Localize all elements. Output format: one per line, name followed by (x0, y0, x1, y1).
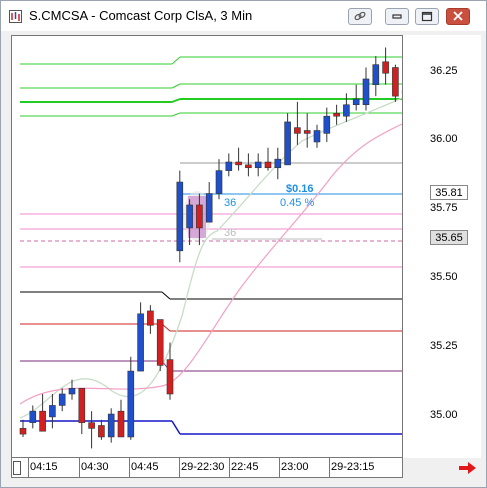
time-tick: 22:45 (231, 461, 259, 473)
time-tick: 04:30 (81, 461, 109, 473)
price-tick: 35.25 (430, 340, 458, 352)
chart-window: S.CMCSA - Comcast Corp ClsA, 3 Min 36 36… (0, 0, 487, 488)
candle-down (88, 422, 95, 429)
candle-up (254, 161, 262, 169)
fast-moving-average (19, 97, 403, 419)
time-tick: 04:45 (131, 461, 159, 473)
time-separator (279, 458, 280, 478)
candle-up (29, 410, 37, 423)
scroll-to-end-arrow-icon[interactable] (459, 461, 477, 475)
candle-down (117, 410, 125, 438)
candle-up (176, 181, 184, 252)
candle-up (127, 370, 135, 438)
candle-down (156, 319, 164, 366)
candle-down (235, 161, 242, 166)
slow-moving-average (19, 123, 403, 405)
candle-down (78, 387, 86, 423)
candle-down (264, 161, 272, 169)
candle-up (58, 393, 66, 406)
maximize-icon (421, 11, 433, 22)
price-chart-area[interactable]: 36 36 $0.16 0.45 % (11, 35, 409, 458)
candle-up (284, 121, 291, 166)
time-separator (329, 458, 330, 478)
level-price-marker: 35.65 (430, 230, 468, 245)
candle-down (392, 67, 399, 97)
time-separator (79, 458, 80, 478)
candle-up (362, 78, 370, 106)
time-separator (229, 458, 230, 478)
chart-app-icon (9, 10, 22, 23)
level-line (171, 420, 181, 435)
time-separator (179, 458, 180, 478)
candle-down (333, 113, 340, 117)
candle-up (225, 161, 233, 171)
level-line (171, 83, 181, 89)
candle-up (205, 193, 213, 223)
maximize-button[interactable] (415, 8, 439, 25)
level-line (161, 291, 171, 300)
bar-count-label: 36 (224, 197, 236, 209)
time-axis: 04:15 04:30 04:45 29-22:30 22:45 23:00 2… (11, 458, 403, 478)
candle-up (343, 104, 350, 117)
minimize-button[interactable] (385, 8, 409, 25)
candle-down (294, 127, 301, 134)
candle-up (49, 405, 56, 418)
candle-down (147, 310, 154, 326)
candle-down (98, 425, 105, 438)
time-tick: 23:00 (281, 461, 309, 473)
title-bar[interactable]: S.CMCSA - Comcast Corp ClsA, 3 Min (1, 1, 486, 31)
close-button[interactable] (446, 8, 470, 25)
candle-up (352, 98, 360, 106)
price-tick: 36.25 (430, 65, 458, 77)
candle-down (196, 204, 203, 229)
candle-down (19, 428, 27, 435)
candle-up (215, 170, 223, 194)
candle-down (39, 410, 46, 432)
time-tick: 29-23:15 (331, 461, 375, 473)
scroll-handle[interactable] (13, 461, 21, 475)
price-tick: 35.75 (430, 202, 458, 214)
candle-up (313, 130, 321, 143)
price-tick: 36.00 (430, 133, 458, 145)
window-title: S.CMCSA - Comcast Corp ClsA, 3 Min (29, 8, 253, 23)
link-button[interactable] (348, 8, 372, 25)
candle-up (186, 204, 193, 229)
candle-down (245, 164, 252, 169)
price-axis: 36.25 36.00 35.75 35.50 35.25 35.00 (403, 35, 481, 458)
change-dollar-label: $0.16 (286, 183, 314, 195)
candle-down (382, 61, 389, 74)
candle-up (68, 387, 76, 395)
candlestick-chart: 36 36 $0.16 0.45 % (19, 47, 409, 449)
bar-count-ghost-label: 36 (224, 227, 236, 239)
time-separator (129, 458, 130, 478)
price-tick: 35.00 (430, 409, 458, 421)
candle-down (166, 359, 174, 395)
candle-down (303, 130, 311, 134)
price-tick: 35.50 (430, 271, 458, 283)
link-icon (354, 11, 366, 21)
time-separator (28, 458, 29, 478)
candle-up (274, 158, 282, 169)
level-line (171, 98, 181, 103)
candle-up (323, 115, 331, 134)
level-line (171, 112, 181, 117)
level-line (171, 56, 181, 65)
current-price-marker: 35.81 (430, 185, 468, 200)
time-tick: 04:15 (30, 461, 58, 473)
restore-icon (392, 14, 402, 19)
change-percent-label: 0.45 % (280, 197, 314, 209)
candle-up (107, 413, 115, 438)
candle-up (137, 313, 144, 372)
time-tick: 29-22:30 (181, 461, 225, 473)
close-icon (453, 11, 463, 21)
candle-up (372, 64, 380, 85)
